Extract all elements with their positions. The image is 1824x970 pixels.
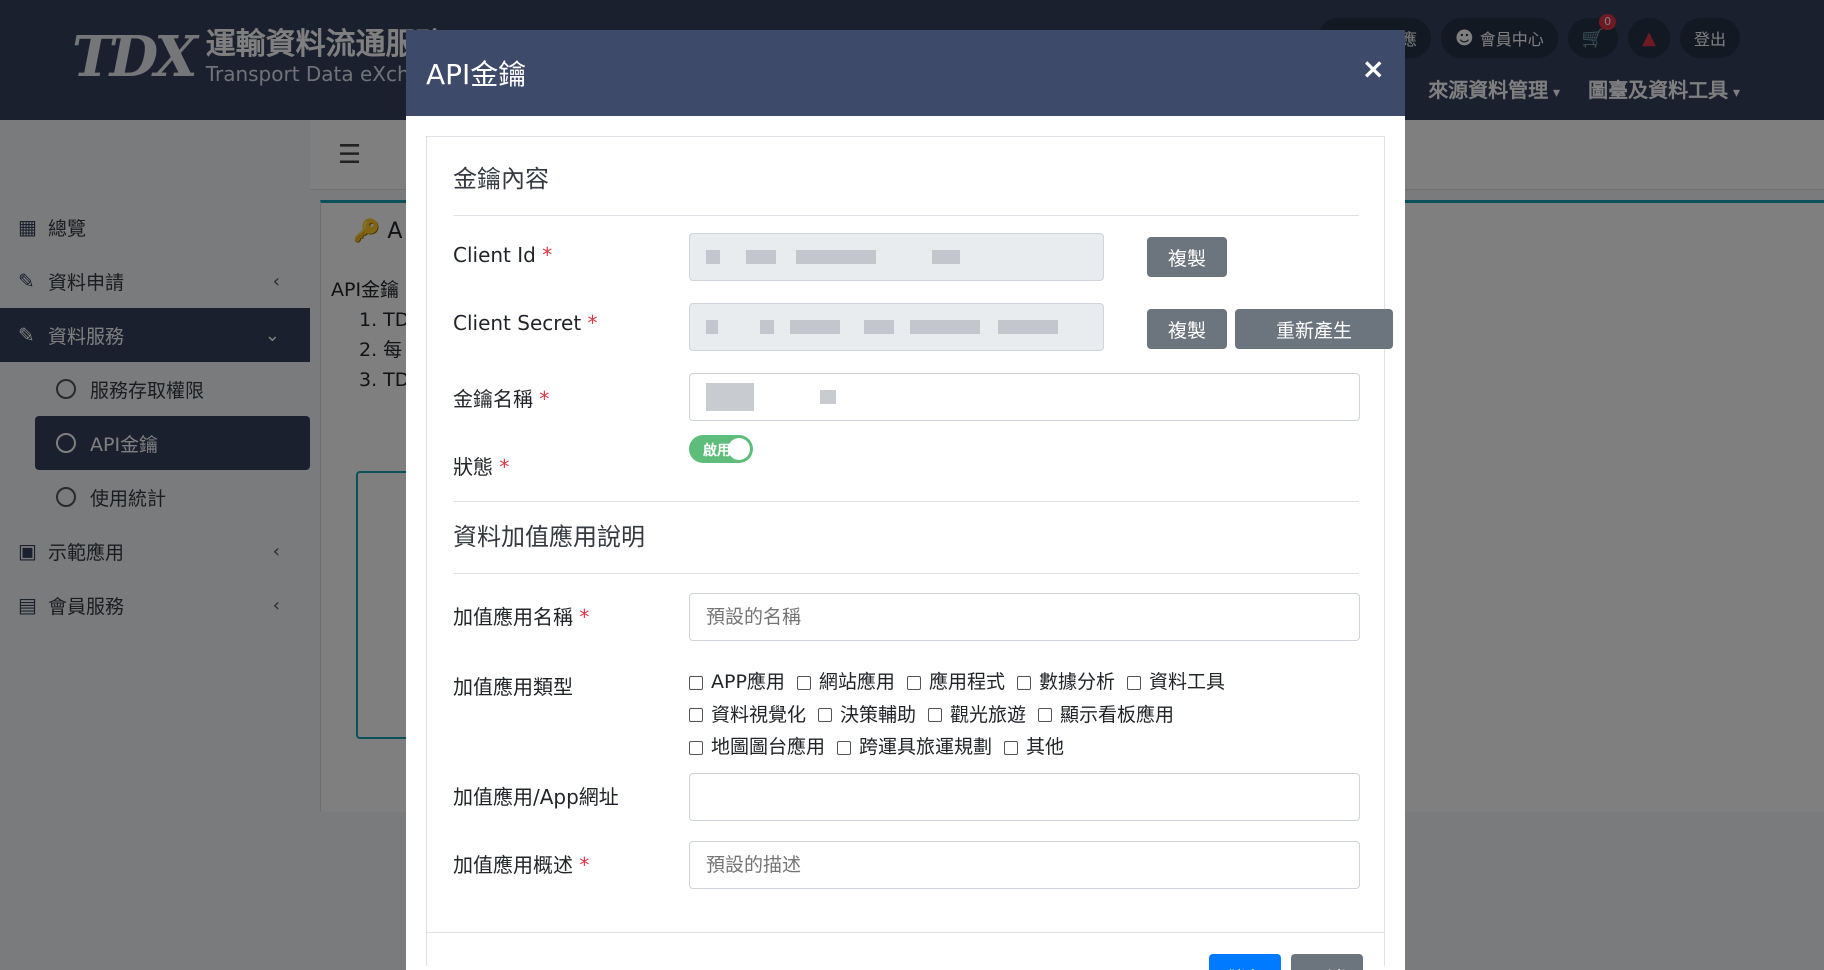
app-desc-input[interactable] (689, 841, 1360, 889)
client-secret-label: Client Secret * (453, 311, 598, 335)
checkbox-app[interactable]: APP應用 (689, 667, 785, 698)
copy-client-secret-button[interactable]: 複製 (1147, 309, 1227, 349)
cancel-button[interactable]: 取消 (1291, 954, 1363, 970)
key-name-label: 金鑰名稱 * (453, 387, 550, 411)
checkbox-data-analysis[interactable]: 數據分析 (1016, 667, 1115, 698)
status-toggle[interactable]: 啟用 (689, 435, 753, 463)
app-url-input[interactable] (689, 773, 1360, 821)
app-url-label: 加值應用/App網址 (453, 785, 619, 809)
status-label: 狀態 * (453, 455, 510, 479)
divider (453, 501, 1359, 502)
checkbox-website[interactable]: 網站應用 (796, 667, 895, 698)
modal-body: 金鑰內容 Client Id * 複製 Client Secret * 複製 重… (426, 136, 1393, 966)
checkbox-multimodal-planning[interactable]: 跨運具旅運規劃 (837, 732, 992, 763)
save-button[interactable]: 儲存 (1209, 954, 1281, 970)
checkbox-map-platform[interactable]: 地圖圖台應用 (689, 732, 825, 763)
client-id-field[interactable] (689, 233, 1104, 281)
section-app-info: 資料加值應用說明 (453, 523, 645, 551)
section-key-content: 金鑰內容 (453, 165, 549, 193)
app-desc-label: 加值應用概述 * (453, 853, 590, 877)
masked-value (706, 383, 836, 411)
checkbox-other[interactable]: 其他 (1004, 732, 1064, 763)
copy-client-id-button[interactable]: 複製 (1147, 237, 1227, 277)
close-icon[interactable]: × (1362, 52, 1385, 85)
checkbox-tourism[interactable]: 觀光旅遊 (928, 700, 1026, 731)
divider (453, 573, 1359, 574)
app-type-label: 加值應用類型 (453, 675, 573, 699)
app-type-checkboxes: APP應用 網站應用 應用程式 數據分析 資料工具資料視覺化 決策輔助 觀光旅遊 顯示看板應用… (689, 667, 1289, 765)
client-id-label: Client Id * (453, 243, 553, 267)
app-name-label: 加值應用名稱 * (453, 605, 590, 629)
checkbox-decision-support[interactable]: 決策輔助 (818, 700, 916, 731)
modal-footer-divider (426, 932, 1385, 933)
key-name-input[interactable] (689, 373, 1360, 421)
toggle-label: 啟用 (703, 443, 731, 459)
checkbox-data-tools[interactable]: 資料工具 (1126, 667, 1225, 698)
modal-header: API金鑰 × (406, 30, 1405, 116)
masked-value (706, 320, 1058, 334)
regenerate-secret-button[interactable]: 重新產生 (1235, 309, 1393, 349)
api-key-modal: API金鑰 × 金鑰內容 Client Id * 複製 Client Secre… (406, 30, 1405, 970)
checkbox-display-board[interactable]: 顯示看板應用 (1038, 700, 1174, 731)
divider (453, 215, 1359, 216)
checkbox-program[interactable]: 應用程式 (906, 667, 1005, 698)
client-secret-field[interactable] (689, 303, 1104, 351)
toggle-knob (728, 438, 750, 460)
masked-value (706, 250, 960, 264)
checkbox-visualization[interactable]: 資料視覺化 (689, 700, 806, 731)
app-name-input[interactable] (689, 593, 1360, 641)
modal-title: API金鑰 (426, 58, 527, 91)
